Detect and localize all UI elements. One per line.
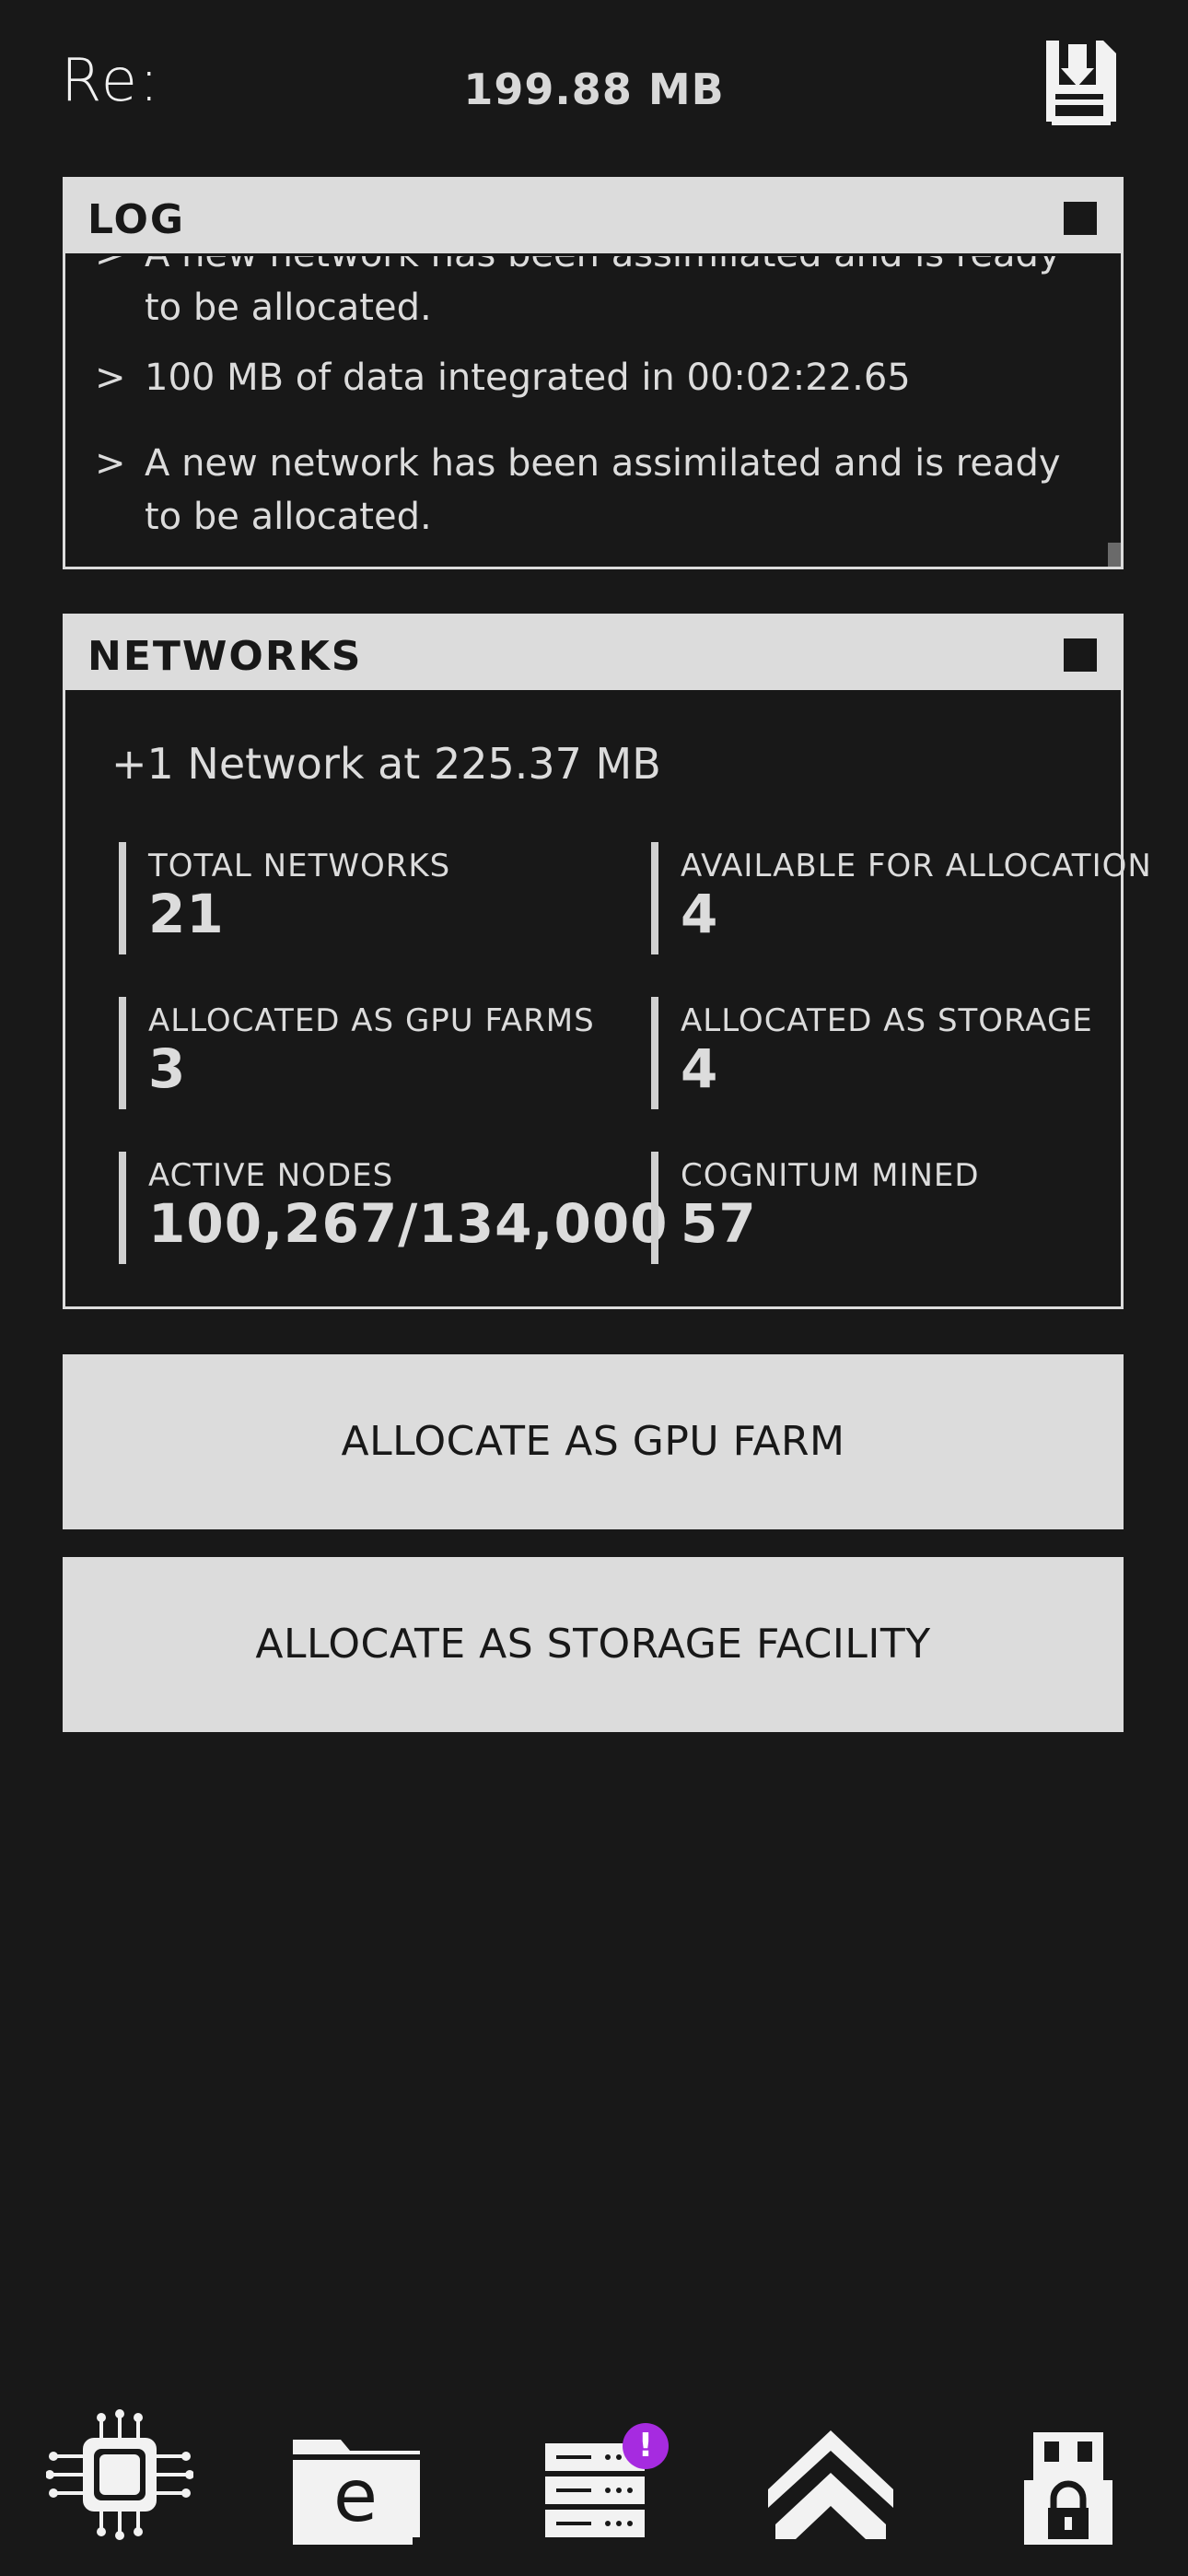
log-entry-text: A new network has been assimilated and i… — [145, 256, 1061, 329]
chevron-up-double-icon — [768, 2430, 893, 2539]
new-network-headline: +1 Network at 225.37 MB — [111, 739, 661, 789]
log-entry-text: A new network has been assimilated and i… — [145, 442, 1061, 538]
allocate-storage-facility-button[interactable]: ALLOCATE AS STORAGE FACILITY — [63, 1557, 1124, 1732]
stat-storage: ALLOCATED AS STORAGE 4 — [651, 997, 1130, 1109]
stat-cognitum-mined: COGNITUM MINED 57 — [651, 1152, 1130, 1264]
networks-panel: NETWORKS +1 Network at 225.37 MB TOTAL N… — [63, 614, 1151, 1309]
stat-available-for-allocation: AVAILABLE FOR ALLOCATION 4 — [651, 842, 1152, 954]
storage-total: 199.88 MB — [463, 64, 725, 114]
stat-label: COGNITUM MINED — [681, 1157, 980, 1194]
networks-panel-header: NETWORKS — [65, 616, 1121, 693]
log-panel-title: LOG — [87, 196, 185, 243]
stat-value: 100,267/134,000 — [148, 1192, 669, 1255]
stat-label: AVAILABLE FOR ALLOCATION — [681, 848, 1152, 884]
log-entry: > A new network has been assimilated and… — [95, 437, 1084, 544]
stat-active-nodes: ACTIVE NODES 100,267/134,000 — [119, 1152, 669, 1264]
nav-item-servers[interactable]: ! — [536, 2401, 683, 2558]
notification-badge: ! — [623, 2423, 669, 2469]
stat-gpu-farms: ALLOCATED AS GPU FARMS 3 — [119, 997, 598, 1109]
bottom-nav: e ! — [0, 2401, 1188, 2576]
log-entry-text: 100 MB of data integrated in 00:02:22.65 — [145, 357, 911, 399]
folder-icon: e — [293, 2440, 420, 2545]
nav-item-cpu[interactable] — [45, 2401, 194, 2558]
locked-usb-drive-icon — [1024, 2432, 1112, 2545]
nav-item-vault[interactable] — [1000, 2401, 1147, 2558]
stat-value: 4 — [681, 883, 719, 945]
server-rack-icon — [545, 2443, 645, 2537]
log-scrollbar[interactable] — [1108, 543, 1121, 567]
allocate-gpu-farm-button[interactable]: ALLOCATE AS GPU FARM — [63, 1354, 1124, 1529]
stat-label: ALLOCATED AS GPU FARMS — [148, 1002, 595, 1039]
folder-glyph: e — [333, 2455, 378, 2538]
stat-value: 21 — [148, 883, 225, 945]
stat-label: TOTAL NETWORKS — [148, 848, 451, 884]
networks-panel-toggle[interactable] — [1064, 638, 1097, 672]
log-entry-caret: > — [95, 256, 126, 281]
stat-total-networks: TOTAL NETWORKS 21 — [119, 842, 598, 954]
networks-body: +1 Network at 225.37 MB TOTAL NETWORKS 2… — [65, 693, 1151, 1306]
log-panel: LOG > A new network has been assimilated… — [63, 177, 1124, 569]
stat-label: ALLOCATED AS STORAGE — [681, 1002, 1093, 1039]
log-entry: > 100 MB of data integrated in 00:02:22.… — [95, 351, 1084, 404]
networks-panel-title: NETWORKS — [87, 633, 363, 680]
nav-item-upgrade[interactable] — [757, 2401, 904, 2558]
stat-value: 4 — [681, 1037, 719, 1100]
log-panel-header: LOG — [65, 180, 1121, 256]
stat-label: ACTIVE NODES — [148, 1157, 394, 1194]
stat-value: 3 — [148, 1037, 187, 1100]
log-entry-caret: > — [95, 442, 126, 485]
log-entry-caret: > — [95, 357, 126, 399]
log-list[interactable]: > A new network has been assimilated and… — [65, 256, 1121, 567]
log-panel-toggle[interactable] — [1064, 202, 1097, 235]
cpu-chip-icon — [45, 2409, 194, 2540]
app-header: Re: 199.88 MB — [0, 0, 1188, 175]
download-tray-icon[interactable] — [1039, 37, 1120, 129]
nav-item-files[interactable]: e — [284, 2401, 431, 2558]
stat-value: 57 — [681, 1192, 757, 1255]
log-entry: > A new network has been assimilated and… — [95, 256, 1084, 334]
